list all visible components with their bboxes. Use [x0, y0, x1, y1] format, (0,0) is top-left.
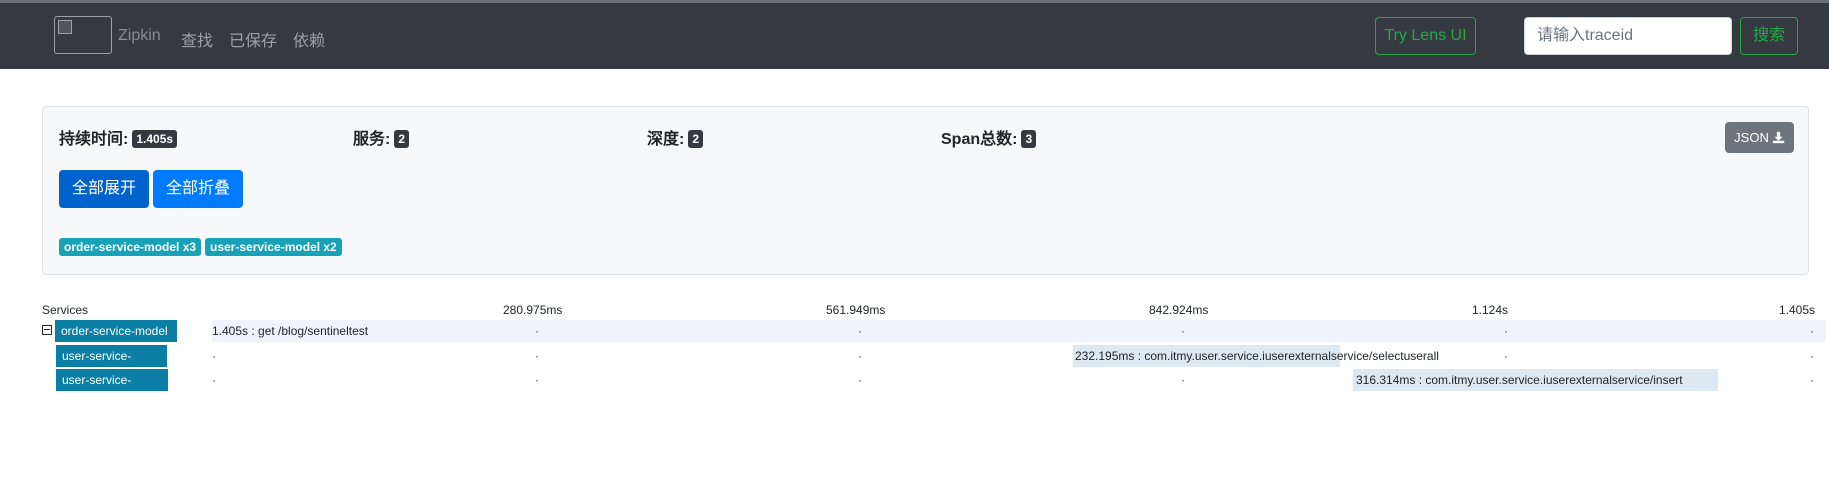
- brand-name[interactable]: Zipkin: [118, 27, 161, 45]
- json-download-button[interactable]: JSON: [1725, 122, 1794, 153]
- time-tick: 842.924ms: [1149, 303, 1209, 317]
- nav-link-saved[interactable]: 已保存: [229, 27, 277, 51]
- grid-dot: ·: [212, 373, 216, 387]
- grid-dot: ·: [1810, 349, 1814, 363]
- download-icon: [1772, 131, 1785, 144]
- span-label[interactable]: 1.405s : get /blog/sentineltest: [212, 320, 368, 342]
- total-spans-stat: Span总数: 3: [941, 125, 1037, 149]
- total-spans-label: Span总数:: [941, 131, 1018, 148]
- collapse-all-button[interactable]: 全部折叠: [153, 170, 243, 208]
- trace-summary-card: 持续时间: 1.405s 服务: 2 深度: 2 Span总数: 3 JSON 全部展开…: [42, 106, 1809, 275]
- grid-dot: ·: [1810, 324, 1814, 338]
- traceid-search-input[interactable]: [1524, 17, 1732, 55]
- grid-dot: ·: [1504, 324, 1508, 338]
- grid-dot: ·: [1810, 373, 1814, 387]
- duration-badge: 1.405s: [132, 130, 178, 148]
- json-button-label: JSON: [1734, 130, 1769, 145]
- depth-badge: 2: [688, 130, 704, 148]
- nav-link-dependencies[interactable]: 依赖: [293, 27, 325, 51]
- grid-dot: ·: [212, 349, 216, 363]
- grid-dot: ·: [1504, 349, 1508, 363]
- span-row-service[interactable]: user-service-model: [56, 345, 167, 385]
- span-row-background: [212, 320, 1826, 342]
- time-tick: 1.405s: [1779, 303, 1816, 317]
- top-navbar: Zipkin 查找 已保存 依赖 Try Lens UI 搜索: [0, 0, 1829, 69]
- expand-all-button[interactable]: 全部展开: [59, 170, 149, 208]
- time-tick: 280.975ms: [503, 303, 563, 317]
- total-spans-badge: 3: [1021, 130, 1037, 148]
- depth-stat: 深度: 2: [647, 125, 704, 149]
- services-label: 服务:: [353, 131, 391, 148]
- duration-label: 持续时间:: [59, 131, 129, 148]
- try-lens-ui-button[interactable]: Try Lens UI: [1375, 17, 1476, 55]
- service-badge-order[interactable]: order-service-model x3: [59, 238, 202, 256]
- time-tick: 561.949ms: [826, 303, 886, 317]
- broken-image-icon: [58, 20, 72, 34]
- grid-dot: ·: [535, 324, 539, 338]
- duration-stat: 持续时间: 1.405s: [59, 125, 178, 149]
- grid-dot: ·: [858, 349, 862, 363]
- zipkin-logo-image[interactable]: [54, 16, 112, 54]
- span-label[interactable]: 232.195ms : com.itmy.user.service.iusere…: [1075, 345, 1439, 367]
- grid-dot: ·: [858, 373, 862, 387]
- span-row-service[interactable]: order-service-model: [55, 320, 177, 342]
- collapse-toggle-icon[interactable]: [42, 325, 52, 335]
- services-stat: 服务: 2: [353, 125, 410, 149]
- time-tick: 1.124s: [1472, 303, 1509, 317]
- service-badge-user[interactable]: user-service-model x2: [205, 238, 342, 256]
- grid-dot: ·: [1181, 373, 1185, 387]
- grid-dot: ·: [858, 324, 862, 338]
- nav-link-find[interactable]: 查找: [181, 27, 213, 51]
- services-column-header: Services: [42, 303, 89, 317]
- depth-label: 深度:: [647, 131, 685, 148]
- grid-dot: ·: [1181, 324, 1185, 338]
- services-badge: 2: [394, 130, 410, 148]
- grid-dot: ·: [535, 349, 539, 363]
- span-row-service[interactable]: user-service-model: [56, 369, 168, 409]
- search-button[interactable]: 搜索: [1740, 17, 1798, 55]
- span-label[interactable]: 316.314ms : com.itmy.user.service.iusere…: [1356, 369, 1683, 391]
- grid-dot: ·: [535, 373, 539, 387]
